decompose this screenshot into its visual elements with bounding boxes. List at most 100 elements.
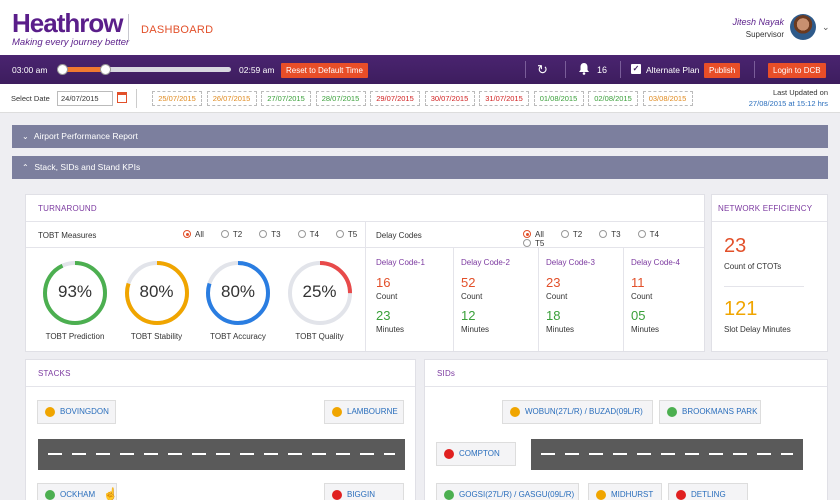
time-slider[interactable] <box>57 64 231 75</box>
divider <box>623 247 624 351</box>
date-chip[interactable]: 02/08/2015 <box>588 91 638 106</box>
route-label: BOVINGDON <box>60 407 109 416</box>
terminal-filter-option[interactable]: T4 <box>637 230 659 239</box>
terminal-filter-label: T3 <box>271 230 281 239</box>
route-pill[interactable]: MIDHURST <box>588 483 662 500</box>
date-chip[interactable]: 31/07/2015 <box>479 91 529 106</box>
date-chip[interactable]: 28/07/2015 <box>315 91 366 106</box>
date-chip[interactable]: 01/08/2015 <box>533 91 584 106</box>
date-chip[interactable]: 30/07/2015 <box>424 91 475 106</box>
slot-delay-value: 121 <box>724 298 758 320</box>
radio-icon <box>637 230 646 238</box>
tobt-terminal-filter: All T2 T3 T4 T5 <box>183 230 374 239</box>
logo-text: Heathrow <box>12 8 123 38</box>
airport-performance-accordion[interactable]: ⌄ Airport Performance Report <box>12 125 828 148</box>
heathrow-logo[interactable]: Heathrow Making every journey better <box>12 10 129 48</box>
delay-code-count: 11 <box>631 275 645 290</box>
status-dot-icon <box>45 407 55 417</box>
terminal-filter-option[interactable]: All <box>523 230 544 239</box>
date-chip[interactable]: 25/07/2015 <box>152 91 202 106</box>
route-pill[interactable]: WOBUN(27L/R) / BUZAD(09L/R) <box>502 400 653 424</box>
accordion-title: Stack, SIDs and Stand KPIs <box>34 162 141 172</box>
avatar[interactable] <box>790 14 816 40</box>
delay-code: Delay Code-3 23 Count 18 Minutes <box>546 258 626 334</box>
status-dot-icon <box>444 449 454 459</box>
publish-button[interactable]: Publish <box>704 63 741 78</box>
refresh-icon[interactable]: ↻ <box>537 62 548 78</box>
terminal-filter-option[interactable]: T5 <box>523 239 544 248</box>
time-end: 02:59 am <box>239 65 275 75</box>
runway <box>38 439 405 470</box>
route-pill[interactable]: LAMBOURNE <box>324 400 404 424</box>
calendar-icon[interactable] <box>117 92 127 103</box>
terminal-filter-option[interactable]: T4 <box>297 230 319 239</box>
delay-code-title: Delay Code-4 <box>631 258 680 267</box>
slot-delay-label: Slot Delay Minutes <box>724 325 791 334</box>
terminal-filter-option[interactable]: All <box>183 230 204 239</box>
delay-code-count-label: Count <box>461 292 483 301</box>
terminal-filter-label: T3 <box>611 230 621 239</box>
terminal-filter-option[interactable]: T3 <box>599 230 621 239</box>
tobt-gauge: 93% <box>42 260 108 326</box>
tobt-measures-label: TOBT Measures <box>38 231 97 240</box>
route-pill[interactable]: DETLING <box>668 483 748 500</box>
route-label: BIGGIN <box>347 490 376 499</box>
last-updated-value: 27/08/2015 at 15:12 hrs <box>748 99 828 108</box>
toolbar-divider <box>620 61 621 78</box>
gauge-value: 93% <box>57 282 93 301</box>
radio-icon <box>523 230 531 238</box>
date-chip[interactable]: 26/07/2015 <box>206 91 257 106</box>
chevron-down-icon[interactable]: ⌄ <box>822 22 830 33</box>
last-updated-label: Last Updated on <box>772 88 828 97</box>
delay-code-minutes: 05 <box>631 308 646 323</box>
route-pill[interactable]: BOVINGDON <box>37 400 116 424</box>
delay-code-count: 16 <box>376 275 391 290</box>
toolbar-divider <box>525 61 526 78</box>
chevron-up-icon: ⌃ <box>22 163 29 172</box>
route-pill[interactable]: COMPTON <box>436 442 516 466</box>
alternate-plan-checkbox[interactable]: ✓ <box>631 64 641 74</box>
divider <box>453 247 454 351</box>
date-chip[interactable]: 27/07/2015 <box>261 91 311 106</box>
user-role: Supervisor <box>745 30 784 39</box>
gauge-value: 80% <box>139 282 174 301</box>
sids-card: SIDs <box>424 359 828 500</box>
divider <box>538 247 539 351</box>
route-pill[interactable]: BIGGIN <box>324 483 404 500</box>
terminal-filter-label: T2 <box>572 230 583 239</box>
route-pill[interactable]: GOGSI(27L/R) / GASGU(09L/R) <box>436 483 579 500</box>
terminal-filter-label: All <box>195 230 204 239</box>
delay-code-count-label: Count <box>376 292 398 301</box>
delay-code-count-label: Count <box>631 292 653 301</box>
delay-code-title: Delay Code-3 <box>546 258 595 267</box>
time-slider-end-handle[interactable] <box>100 64 111 75</box>
delay-code-count-label: Count <box>546 292 568 301</box>
delay-code: Delay Code-1 16 Count 23 Minutes <box>376 258 456 334</box>
stack-sids-accordion[interactable]: ⌃ Stack, SIDs and Stand KPIs <box>12 156 828 179</box>
date-input[interactable]: 24/07/2015 <box>57 91 113 106</box>
route-label: LAMBOURNE <box>347 407 398 416</box>
reset-time-button[interactable]: Reset to Default Time <box>281 63 368 78</box>
turnaround-title: TURNAROUND <box>38 204 97 213</box>
header-divider <box>128 14 129 42</box>
terminal-filter-label: T2 <box>232 230 243 239</box>
gauge-value: 25% <box>302 282 337 301</box>
radio-icon <box>560 230 569 238</box>
time-slider-start-handle[interactable] <box>57 64 68 75</box>
status-dot-icon <box>676 490 686 500</box>
terminal-filter-label: All <box>535 230 544 239</box>
user-info[interactable]: Jitesh Nayak Supervisor <box>732 17 784 39</box>
terminal-filter-option[interactable]: T2 <box>220 230 243 239</box>
divider <box>26 386 415 387</box>
bell-icon[interactable] <box>578 62 590 75</box>
terminal-filter-option[interactable]: T3 <box>259 230 281 239</box>
terminal-filter-option[interactable]: T5 <box>335 230 357 239</box>
date-chip[interactable]: 03/08/2015 <box>642 91 693 106</box>
terminal-filter-option[interactable]: T2 <box>560 230 583 239</box>
login-dcb-button[interactable]: Login to DCB <box>768 63 826 78</box>
stacks-title: STACKS <box>38 369 71 378</box>
date-chip[interactable]: 29/07/2015 <box>370 91 420 106</box>
ctot-label: Count of CTOTs <box>724 262 782 271</box>
radio-icon <box>297 230 306 238</box>
route-pill[interactable]: BROOKMANS PARK <box>659 400 761 424</box>
